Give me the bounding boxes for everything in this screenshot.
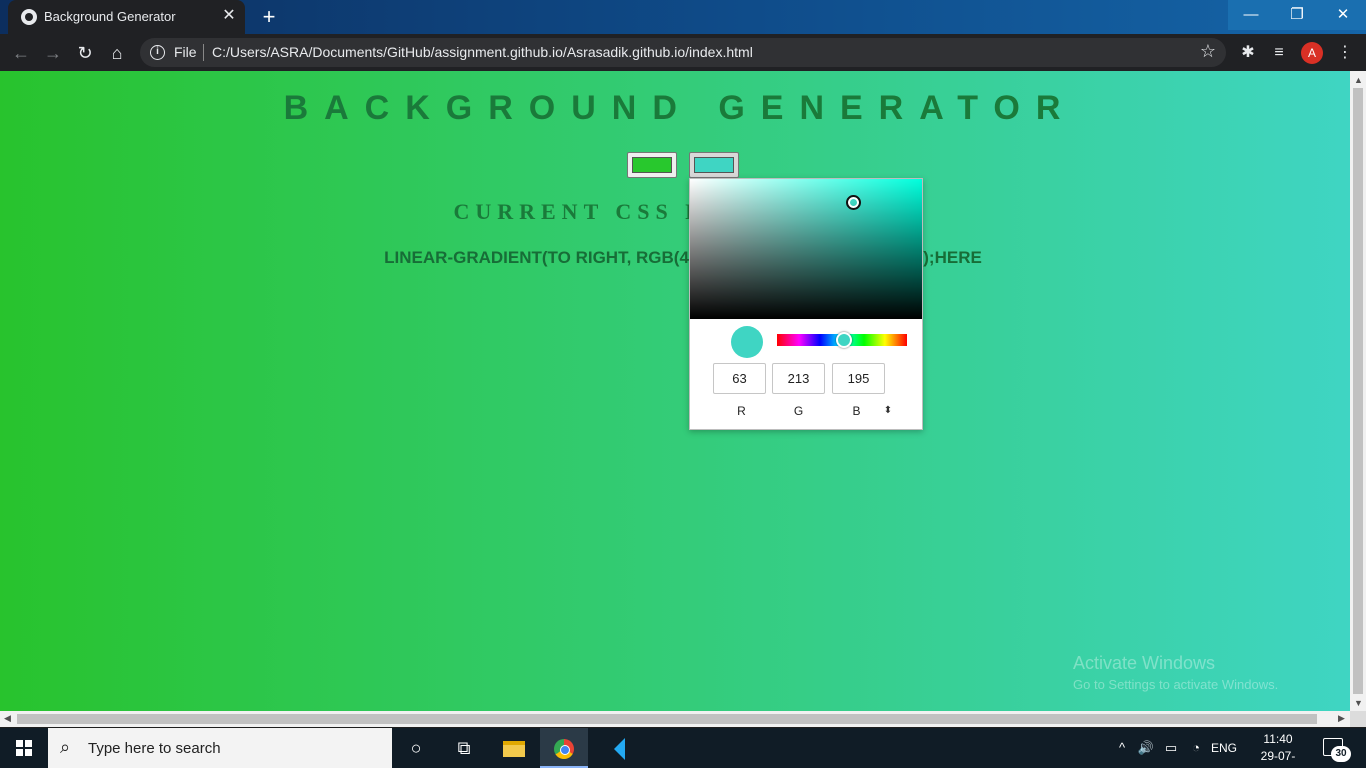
format-toggle-icon[interactable]: ⬍	[881, 403, 895, 419]
red-input[interactable]: 63	[713, 363, 766, 394]
clock-date: 29-07-2020	[1260, 749, 1296, 768]
color-preview-swatch	[731, 326, 763, 358]
red-label: R	[737, 404, 746, 418]
green-label: G	[793, 404, 804, 418]
info-icon[interactable]: i	[150, 45, 165, 60]
back-button[interactable]: ←	[8, 40, 34, 66]
scroll-down-icon[interactable]: ▼	[1354, 698, 1363, 708]
blue-label: B	[852, 404, 861, 418]
extensions-icon[interactable]: ✱	[1236, 41, 1260, 65]
url-text[interactable]: C:/Users/ASRA/Documents/GitHub/assignmen…	[212, 44, 753, 60]
browser-toolbar: ← → ↻ ⌂ i File C:/Users/ASRA/Documents/G…	[0, 34, 1366, 71]
green-input[interactable]: 213	[772, 363, 825, 394]
activate-windows-title: Activate Windows	[1073, 653, 1216, 673]
vertical-scroll-thumb[interactable]	[1353, 88, 1363, 694]
windows-taskbar: ⌕ Type here to search ○ ⧉ ^ 🔊 ▭ ◔ ENG 11…	[0, 728, 1366, 768]
system-clock[interactable]: 11:40 29-07-2020	[1248, 731, 1308, 768]
vertical-scrollbar[interactable]: ▲ ▼	[1350, 71, 1366, 711]
wifi-icon[interactable]: ◔	[1186, 728, 1206, 768]
forward-button[interactable]: →	[40, 40, 66, 66]
current-css-heading: CURRENT CSS BACKGROUND	[453, 199, 907, 224]
hue-slider-handle[interactable]	[836, 332, 852, 348]
search-icon: ⌕	[60, 737, 71, 757]
color-input-1[interactable]	[627, 152, 677, 178]
language-indicator[interactable]: ENG	[1208, 728, 1240, 768]
cortana-icon: ○	[410, 738, 422, 758]
notification-count-badge: 30	[1331, 746, 1351, 762]
css-output-text: LINEAR-GRADIENT(TO RIGHT, RGB(40, 200, 4…	[384, 248, 982, 267]
folder-icon	[503, 741, 525, 758]
window-minimize-button[interactable]: —	[1228, 0, 1274, 30]
media-control-icon[interactable]: ≡	[1267, 41, 1291, 65]
clock-time: 11:40	[1263, 732, 1293, 746]
horizontal-scroll-thumb[interactable]	[17, 714, 1317, 724]
color-picker-popup: 63 213 195 R G B ⬍	[689, 178, 923, 430]
new-tab-button[interactable]: +	[256, 4, 282, 30]
bookmark-star-icon[interactable]: ☆	[1200, 41, 1216, 62]
globe-icon	[21, 9, 37, 25]
reload-button[interactable]: ↻	[72, 40, 98, 66]
profile-avatar[interactable]: A	[1301, 42, 1323, 64]
home-button[interactable]: ⌂	[104, 40, 130, 66]
taskbar-search-box[interactable]: ⌕ Type here to search	[48, 728, 392, 768]
tray-chevron-icon[interactable]: ^	[1112, 728, 1132, 768]
volume-icon[interactable]: 🔊	[1136, 728, 1156, 768]
search-placeholder: Type here to search	[88, 740, 221, 757]
tab-close-icon[interactable]: ✕	[220, 7, 238, 25]
chrome-taskbar-button[interactable]	[540, 728, 588, 768]
vscode-taskbar-button[interactable]	[590, 728, 638, 768]
scroll-left-icon[interactable]: ◀	[4, 713, 11, 724]
chrome-icon	[554, 739, 574, 760]
saturation-handle[interactable]	[846, 195, 861, 210]
task-view-icon: ⧉	[457, 738, 471, 758]
activate-windows-subtitle: Go to Settings to activate Windows.	[1073, 677, 1279, 692]
menu-icon[interactable]: ⋮	[1333, 41, 1357, 65]
scheme-label: File	[174, 44, 197, 60]
start-button[interactable]	[0, 728, 48, 768]
page-title: BACKGROUND GENERATOR	[283, 89, 1077, 127]
file-explorer-button[interactable]	[490, 728, 538, 768]
browser-tab-strip: Background Generator ✕ + — ❐ ✕	[0, 0, 1366, 34]
tab-background-generator[interactable]: Background Generator ✕	[8, 0, 245, 34]
window-restore-button[interactable]: ❐	[1274, 0, 1320, 30]
color-swatch	[632, 157, 672, 173]
task-view-button[interactable]: ⧉	[440, 728, 488, 768]
divider	[203, 44, 204, 61]
vscode-icon	[603, 738, 625, 761]
tab-title: Background Generator	[44, 9, 176, 24]
windows-logo-icon	[16, 740, 32, 756]
color-input-2[interactable]	[689, 152, 739, 178]
color-swatch	[694, 157, 734, 173]
cortana-button[interactable]: ○	[392, 728, 440, 768]
blue-input[interactable]: 195	[832, 363, 885, 394]
saturation-value-area[interactable]	[690, 179, 922, 319]
battery-icon[interactable]: ▭	[1161, 728, 1181, 768]
scroll-up-icon[interactable]: ▲	[1354, 75, 1363, 85]
scroll-right-icon[interactable]: ▶	[1338, 713, 1345, 724]
horizontal-scrollbar[interactable]: ◀ ▶	[0, 711, 1350, 727]
address-bar[interactable]: i File C:/Users/ASRA/Documents/GitHub/as…	[140, 38, 1226, 67]
window-close-button[interactable]: ✕	[1320, 0, 1366, 30]
scrollbar-corner	[1350, 711, 1366, 727]
page-viewport: BACKGROUND GENERATOR CURRENT CSS BACKGRO…	[0, 71, 1350, 711]
